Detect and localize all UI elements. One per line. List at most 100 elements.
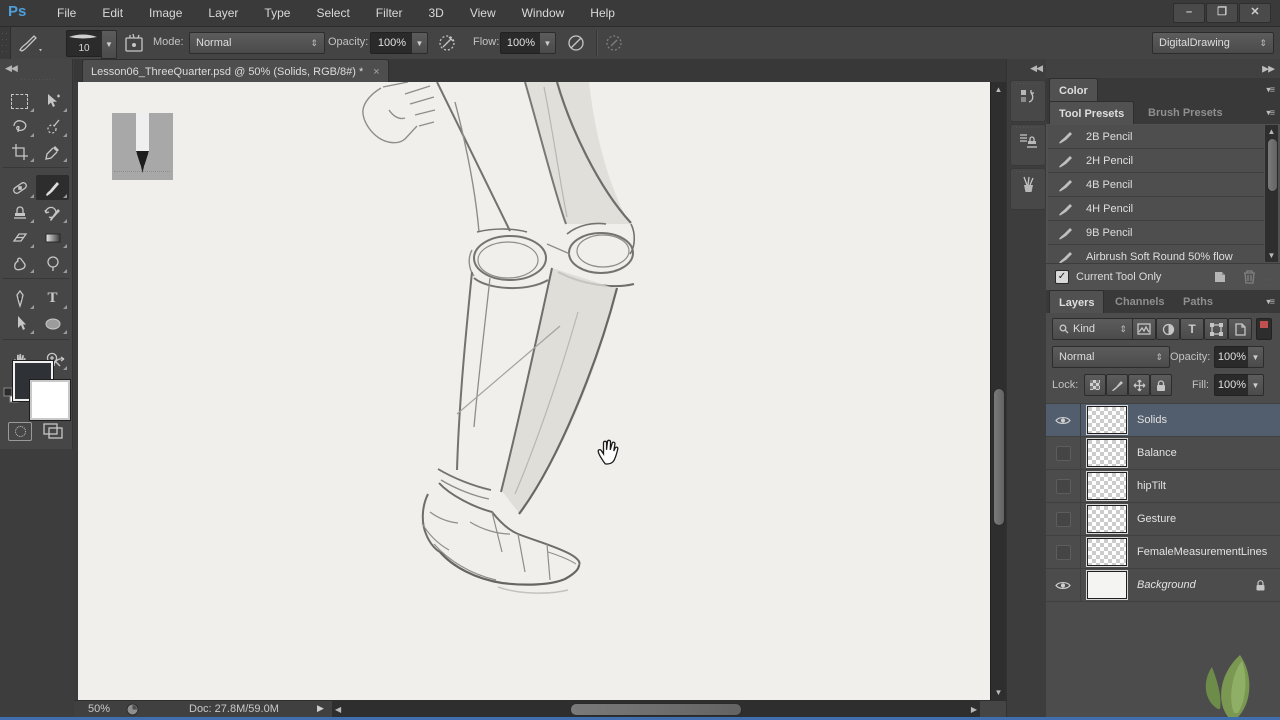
menu-type[interactable]: Type: [251, 0, 303, 26]
filter-pixel-layers-icon[interactable]: [1132, 318, 1156, 340]
presets-scroll-thumb[interactable]: [1266, 138, 1278, 192]
opacity-arrow-icon[interactable]: ▼: [412, 32, 428, 54]
layer-thumbnail[interactable]: [1086, 570, 1128, 600]
tab-channels[interactable]: Channels: [1106, 290, 1174, 313]
menu-help[interactable]: Help: [577, 0, 628, 26]
filter-toggle[interactable]: [1256, 318, 1272, 340]
clone-stamp-tool-icon[interactable]: [3, 200, 36, 225]
crop-tool-icon[interactable]: [3, 139, 36, 164]
screen-mode-icon[interactable]: [42, 422, 64, 440]
layer-row[interactable]: hipTilt: [1046, 470, 1280, 503]
canvas[interactable]: [78, 82, 990, 700]
layer-row[interactable]: Gesture: [1046, 503, 1280, 536]
brush-picker-arrow-icon[interactable]: ▼: [101, 30, 117, 59]
pressure-size-icon[interactable]: [604, 33, 624, 53]
document-tab[interactable]: Lesson06_ThreeQuarter.psd @ 50% (Solids,…: [82, 59, 389, 83]
layer-row[interactable]: Balance: [1046, 437, 1280, 470]
path-selection-tool-icon[interactable]: [3, 311, 36, 336]
eraser-tool-icon[interactable]: [3, 225, 36, 250]
layer-row[interactable]: FemaleMeasurementLines: [1046, 536, 1280, 569]
visibility-toggle[interactable]: [1046, 470, 1081, 502]
visibility-toggle[interactable]: [1046, 503, 1081, 535]
status-flyout-icon[interactable]: ▶: [317, 703, 324, 714]
brush-preset-picker[interactable]: 10: [66, 30, 102, 57]
zoom-level[interactable]: 50%: [88, 703, 110, 715]
layer-thumbnail[interactable]: [1086, 504, 1128, 534]
scroll-down-icon[interactable]: ▼: [1265, 251, 1278, 260]
tools-grip[interactable]: ··········: [20, 76, 57, 84]
fill-arrow-icon[interactable]: ▼: [1248, 374, 1264, 396]
layers-opacity-arrow-icon[interactable]: ▼: [1248, 346, 1264, 368]
menu-image[interactable]: Image: [136, 0, 195, 26]
scroll-up-icon[interactable]: ▲: [991, 85, 1006, 94]
lock-position-icon[interactable]: [1128, 374, 1150, 396]
doc-size-info[interactable]: Doc: 27.8M/59.0M: [189, 703, 279, 715]
tab-close-icon[interactable]: ×: [373, 66, 379, 78]
menu-file[interactable]: File: [44, 0, 89, 26]
tab-tool-presets[interactable]: Tool Presets: [1049, 101, 1135, 125]
menu-3d[interactable]: 3D: [415, 0, 456, 26]
lock-all-icon[interactable]: [1150, 374, 1172, 396]
opacity-value[interactable]: 100%: [370, 32, 414, 54]
visibility-toggle[interactable]: [1046, 569, 1081, 601]
layers-opacity-value[interactable]: 100%: [1214, 346, 1250, 368]
scroll-left-icon[interactable]: ◀: [335, 705, 341, 714]
marquee-tool-icon[interactable]: [3, 89, 36, 114]
tool-preset-item[interactable]: 9B Pencil: [1048, 221, 1264, 245]
tool-preset-item[interactable]: 2B Pencil: [1048, 125, 1264, 149]
pen-tool-icon[interactable]: [3, 286, 36, 311]
tab-paths[interactable]: Paths: [1174, 290, 1222, 313]
panel-menu-icon[interactable]: ▾≡: [1266, 107, 1275, 118]
layer-row[interactable]: Background: [1046, 569, 1280, 602]
filter-kind-dropdown[interactable]: Kind ⇕: [1052, 318, 1134, 340]
tool-preset-item[interactable]: 4B Pencil: [1048, 173, 1264, 197]
clone-source-panel-icon[interactable]: ·······: [1010, 124, 1046, 166]
menu-edit[interactable]: Edit: [89, 0, 136, 26]
flow-value[interactable]: 100%: [500, 32, 542, 54]
presets-scrollbar[interactable]: ▲ ▼: [1265, 125, 1278, 262]
delete-preset-trash-icon[interactable]: [1242, 269, 1257, 285]
minimize-button[interactable]: –: [1173, 3, 1205, 23]
tab-layers[interactable]: Layers: [1049, 290, 1105, 314]
horizontal-scrollbar[interactable]: ◀ ▶: [332, 701, 980, 717]
scroll-down-icon[interactable]: ▼: [991, 688, 1006, 697]
gradient-tool-icon[interactable]: [36, 225, 69, 250]
panel-menu-icon[interactable]: ▾≡: [1266, 296, 1275, 307]
tool-preset-item[interactable]: 2H Pencil: [1048, 149, 1264, 173]
layer-thumbnail[interactable]: [1086, 471, 1128, 501]
tab-color[interactable]: Color: [1049, 78, 1098, 102]
close-button[interactable]: ✕: [1239, 3, 1271, 23]
workspace-switcher[interactable]: DigitalDrawing ⇕: [1152, 32, 1274, 54]
eyedropper-tool-icon[interactable]: [36, 139, 69, 164]
vertical-scrollbar[interactable]: ▲ ▼: [990, 82, 1006, 700]
tab-brush-presets[interactable]: Brush Presets: [1139, 101, 1232, 124]
background-color-swatch[interactable]: [30, 380, 70, 420]
filter-smart-objects-icon[interactable]: [1228, 318, 1252, 340]
visibility-toggle[interactable]: [1046, 404, 1081, 436]
visibility-toggle[interactable]: [1046, 437, 1081, 469]
layer-thumbnail[interactable]: [1086, 405, 1128, 435]
flow-arrow-icon[interactable]: ▼: [540, 32, 556, 54]
panel-resize-grip[interactable]: ··· ···: [1266, 276, 1277, 290]
healing-brush-tool-icon[interactable]: [3, 175, 36, 200]
pressure-opacity-icon[interactable]: [437, 33, 457, 53]
restore-button[interactable]: ❐: [1206, 3, 1238, 23]
collapse-tools-icon[interactable]: ◀◀: [5, 63, 18, 74]
toggle-brush-panel-icon[interactable]: [123, 32, 145, 54]
fill-value[interactable]: 100%: [1214, 374, 1250, 396]
menu-layer[interactable]: Layer: [195, 0, 251, 26]
tool-preset-item[interactable]: Airbrush Soft Round 50% flow: [1048, 245, 1264, 263]
menu-window[interactable]: Window: [509, 0, 578, 26]
tool-preset-item[interactable]: 4H Pencil: [1048, 197, 1264, 221]
airbrush-toggle-icon[interactable]: [566, 33, 586, 53]
layer-thumbnail[interactable]: [1086, 438, 1128, 468]
history-brush-tool-icon[interactable]: [36, 200, 69, 225]
quick-selection-tool-icon[interactable]: [36, 114, 69, 139]
visibility-toggle[interactable]: [1046, 536, 1081, 568]
mode-dropdown[interactable]: Normal ⇕: [189, 32, 325, 54]
scroll-up-icon[interactable]: ▲: [1265, 127, 1278, 136]
panel-menu-icon[interactable]: ▾≡: [1266, 84, 1275, 95]
blend-mode-dropdown[interactable]: Normal ⇕: [1052, 346, 1170, 368]
new-preset-icon[interactable]: [1212, 269, 1228, 285]
shape-tool-icon[interactable]: [36, 311, 69, 336]
